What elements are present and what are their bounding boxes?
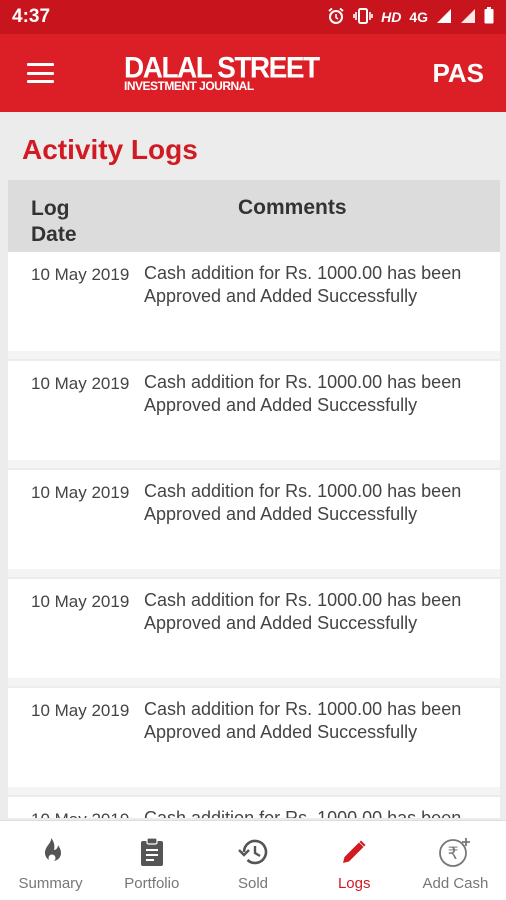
log-comment: Cash addition for Rs. 1000.00 has been A… [144, 372, 462, 415]
column-header-log-date: Log Date [31, 197, 77, 246]
log-row: 10 May 2019 Cash addition for Rs. 1000.0… [8, 688, 500, 795]
network-label: HD [381, 9, 402, 25]
nav-sold[interactable]: Sold [202, 821, 303, 900]
log-row: 10 May 2019 Cash addition for Rs. 1000.0… [8, 579, 500, 686]
log-row: 10 May 2019 Cash addition for Rs. 1000.0… [8, 252, 500, 359]
nav-portfolio-label: Portfolio [124, 875, 180, 892]
battery-icon [484, 7, 494, 27]
log-comment: Cash addition for Rs. 1000.00 has been A… [144, 699, 462, 742]
app-bar: DALAL STREET INVESTMENT JOURNAL PAS [0, 34, 506, 112]
nav-add-cash[interactable]: ₹ Add Cash [405, 821, 506, 900]
log-comment: Cash addition for Rs. 1000.00 has been A… [144, 263, 462, 306]
menu-button[interactable] [0, 34, 80, 112]
signal-icon [436, 8, 452, 27]
nav-add-cash-label: Add Cash [422, 875, 489, 892]
pencil-icon [337, 835, 371, 869]
app-logo: DALAL STREET INVESTMENT JOURNAL [124, 51, 320, 92]
signal-icon-2 [460, 8, 476, 27]
network-type-label: 4G [409, 9, 428, 25]
log-comment: Cash addition for Rs. 1000.00 has been A… [144, 808, 462, 818]
nav-portfolio[interactable]: Portfolio [101, 821, 202, 900]
log-date: 10 May 2019 [31, 809, 131, 818]
flame-icon [34, 835, 68, 869]
user-code[interactable]: PAS [432, 58, 484, 89]
log-date: 10 May 2019 [31, 701, 130, 720]
svg-text:₹: ₹ [448, 844, 459, 864]
nav-sold-label: Sold [237, 875, 269, 892]
clipboard-icon [135, 835, 169, 869]
rupee-add-icon: ₹ [438, 835, 472, 869]
nav-summary[interactable]: Summary [0, 821, 101, 900]
log-comment: Cash addition for Rs. 1000.00 has been A… [144, 590, 462, 633]
nav-summary-label: Summary [18, 875, 83, 892]
log-date: 10 May 2019 [31, 265, 130, 284]
log-date: 10 May 2019 [31, 592, 130, 611]
log-row: 10 May 2019 Cash addition for Rs. 1000.0… [8, 361, 500, 468]
log-comment: Cash addition for Rs. 1000.00 has been A… [144, 481, 462, 524]
vibrate-icon [353, 7, 373, 28]
table-header: Log Date Comments [8, 180, 500, 252]
logo-line1: DALAL STREET [124, 51, 320, 84]
nav-logs[interactable]: Logs [304, 821, 405, 900]
status-time: 4:37 [12, 6, 51, 27]
column-header-comments: Comments [238, 196, 347, 219]
page-title: Activity Logs [22, 134, 198, 165]
nav-logs-label: Logs [337, 875, 371, 892]
log-list[interactable]: 10 May 2019 Cash addition for Rs. 1000.0… [8, 252, 500, 818]
log-row: 10 May 2019 Cash addition for Rs. 1000.0… [8, 797, 500, 818]
log-date: 10 May 2019 [31, 483, 130, 502]
log-date: 10 May 2019 [31, 374, 130, 393]
history-icon [236, 835, 270, 869]
bottom-navigation: Summary Portfolio Sold Logs ₹ Add Cash [0, 820, 506, 900]
alarm-icon [327, 7, 345, 28]
hamburger-icon [26, 63, 54, 83]
status-icons: HD 4G [327, 7, 494, 28]
status-bar: 4:37 HD 4G [0, 0, 506, 34]
log-row: 10 May 2019 Cash addition for Rs. 1000.0… [8, 470, 500, 577]
